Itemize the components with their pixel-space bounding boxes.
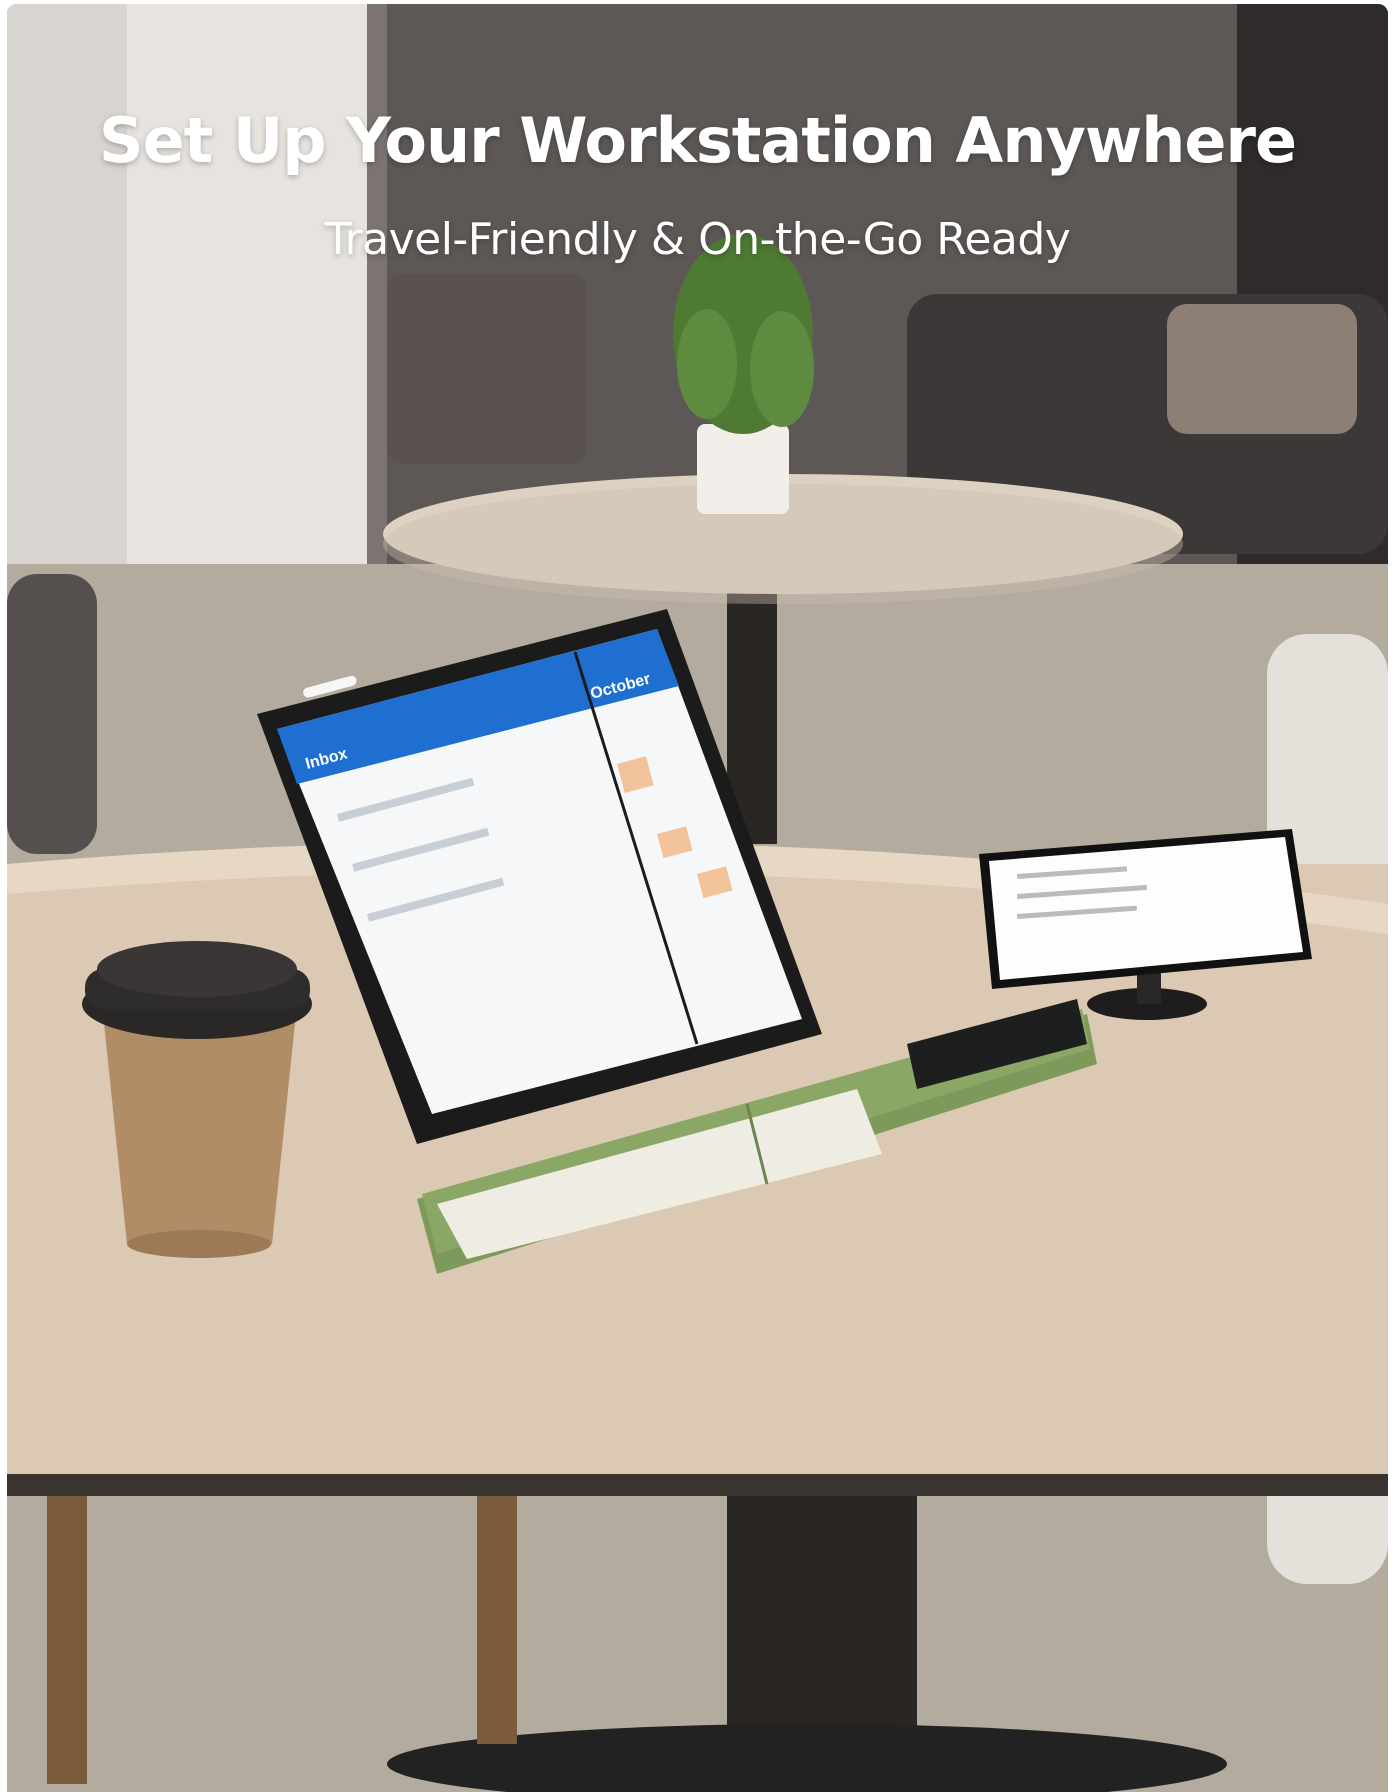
plant-pot: [697, 424, 789, 514]
hero-title: Set Up Your Workstation Anywhere: [98, 104, 1297, 177]
workspace-scene: Inbox October: [7, 4, 1388, 1792]
hero-subtitle: Travel-Friendly & On-the-Go Ready: [324, 214, 1071, 265]
hero-image-frame: Inbox October Set Up Your Workstation An…: [7, 4, 1388, 1792]
chair-left: [7, 574, 97, 854]
